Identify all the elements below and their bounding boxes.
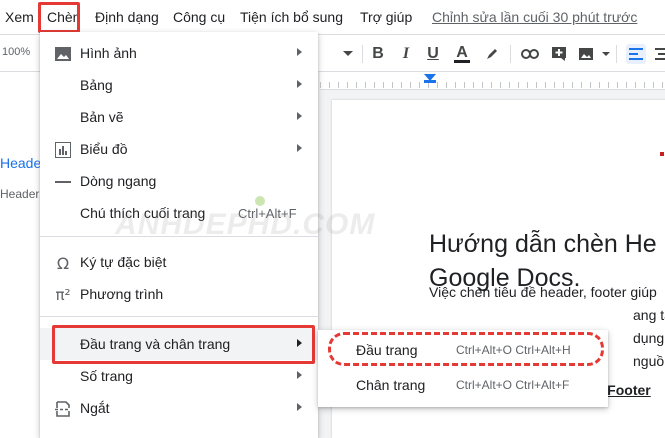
text-color-glyph: A xyxy=(456,43,468,61)
menu-cong-cu[interactable]: Công cụ xyxy=(173,9,225,25)
header-footer-highlight-box xyxy=(52,325,315,364)
menu-item-label: Ngắt xyxy=(80,400,110,416)
italic-icon[interactable]: I xyxy=(396,44,416,64)
submenu-arrow-icon xyxy=(297,371,302,379)
toolbar-divider xyxy=(616,45,617,63)
menu-item-bang[interactable]: Bảng xyxy=(40,69,318,101)
submenu-arrow-icon xyxy=(297,112,302,120)
omega-icon: Ω xyxy=(56,253,70,273)
toolbar-divider xyxy=(362,45,363,63)
menu-item-label: Dòng ngang xyxy=(80,173,157,189)
menu-item-label: Bảng xyxy=(80,77,113,93)
align-left-icon[interactable] xyxy=(626,44,646,64)
text-color-icon[interactable]: A xyxy=(452,44,472,64)
ruler xyxy=(320,72,665,90)
zoom-level[interactable]: 100% xyxy=(2,46,30,58)
submenu-arrow-icon xyxy=(297,144,302,152)
toolbar-divider xyxy=(510,45,511,63)
text-color-bar xyxy=(454,59,470,63)
header-footer-submenu: Đầu trang Ctrl+Alt+O Ctrl+Alt+H Chân tra… xyxy=(318,330,608,407)
submenu-arrow-icon xyxy=(297,80,302,88)
horizontal-line-icon xyxy=(54,173,72,191)
menu-tien-ich-bo-sung[interactable]: Tiện ích bổ sung xyxy=(240,9,343,25)
menu-item-label: Bản vẽ xyxy=(80,109,124,125)
align-center-icon[interactable] xyxy=(652,44,665,64)
last-edit-link[interactable]: Chỉnh sửa lần cuối 30 phút trước xyxy=(432,9,637,25)
dropdown-icon[interactable] xyxy=(338,44,358,64)
paragraph-line-1: Việc chèn tiêu đề header, footer giúp xyxy=(429,284,657,300)
menu-item-ngat[interactable]: Ngắt xyxy=(40,392,318,424)
underline-icon[interactable]: U xyxy=(423,44,443,64)
first-line-indent-marker[interactable] xyxy=(424,80,436,83)
menu-item-label: Biểu đồ xyxy=(80,141,128,157)
highlight-pen-icon[interactable] xyxy=(482,44,502,64)
header-dashed-highlight xyxy=(328,332,604,366)
menu-item-hinh-anh[interactable]: Hình ảnh xyxy=(40,37,318,69)
watermark: ANHDEPHD.COM xyxy=(115,208,376,241)
paragraph-line-2: ang tài liệ xyxy=(633,307,665,323)
image-icon xyxy=(54,45,72,63)
link-icon[interactable] xyxy=(520,44,540,64)
ruler-ticks xyxy=(320,82,665,88)
menu-item-ban-ve[interactable]: Bản vẽ xyxy=(40,101,318,133)
document-outline: Header, F Header, F xyxy=(0,72,61,438)
submenu-arrow-icon xyxy=(297,48,302,56)
menu-divider xyxy=(40,316,318,317)
red-mark xyxy=(660,152,664,156)
menu-xem[interactable]: Xem xyxy=(5,9,34,25)
menu-item-label: Hình ảnh xyxy=(80,45,137,61)
page-break-icon xyxy=(54,400,72,418)
watermark-leaf-icon xyxy=(255,196,265,206)
chen-highlight-box xyxy=(38,2,80,33)
submenu-item-chan-trang[interactable]: Chân trang Ctrl+Alt+O Ctrl+Alt+F xyxy=(318,370,608,402)
menu-item-label: Phương trình xyxy=(80,286,164,302)
add-comment-icon[interactable] xyxy=(549,44,569,64)
menu-item-ky-tu-dac-biet[interactable]: Ω Ký tự đặc biệt xyxy=(40,246,318,278)
title-line-1: Hướng dẫn chèn He xyxy=(429,230,657,258)
insert-image-icon[interactable] xyxy=(576,44,596,64)
menu-item-phuong-trinh[interactable]: π² Phương trình xyxy=(40,278,318,310)
menu-item-bieu-do[interactable]: Biểu đồ xyxy=(40,133,318,165)
pi-icon: π² xyxy=(55,286,71,304)
menu-item-dong-ngang[interactable]: Dòng ngang xyxy=(40,165,318,197)
image-dropdown-icon[interactable] xyxy=(596,44,616,64)
submenu-item-shortcut: Ctrl+Alt+O Ctrl+Alt+F xyxy=(456,378,570,392)
chart-icon xyxy=(54,141,72,159)
menu-dinh-dang[interactable]: Định dạng xyxy=(95,9,159,25)
menu-item-label: Số trang xyxy=(80,368,133,384)
menu-item-so-trang[interactable]: Số trang xyxy=(40,360,318,392)
menu-tro-giup[interactable]: Trợ giúp xyxy=(360,9,412,25)
bold-icon[interactable]: B xyxy=(368,44,388,64)
menubar: Xem Chèn Định dạng Công cụ Tiện ích bổ s… xyxy=(0,0,665,34)
menu-item-label: Ký tự đặc biệt xyxy=(80,254,167,270)
submenu-item-label: Chân trang xyxy=(356,377,426,393)
submenu-arrow-icon xyxy=(297,403,302,411)
